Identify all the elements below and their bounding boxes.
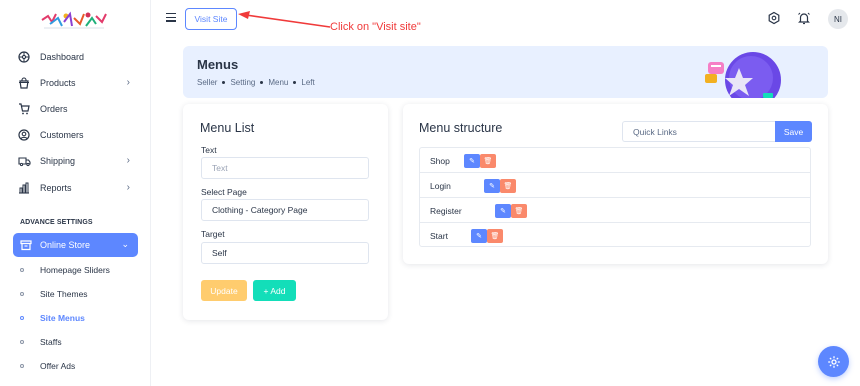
list-item[interactable]: Register ✎ 🗑 [420, 198, 810, 223]
list-item[interactable]: Shop ✎ 🗑 [420, 148, 810, 173]
gear-icon [827, 355, 840, 368]
sidebar-subitem-label: Site Menus [40, 313, 85, 323]
trash-icon[interactable]: 🗑 [480, 154, 496, 168]
trash-icon[interactable]: 🗑 [500, 179, 516, 193]
edit-icon[interactable]: ✎ [484, 179, 500, 193]
shopping-bag-icon [17, 76, 31, 90]
section-title: ADVANCE SETTINGS [20, 219, 93, 226]
breadcrumb-separator [222, 81, 226, 84]
brand-logo[interactable] [38, 8, 110, 32]
menu-item-label: Start [430, 231, 448, 241]
sidebar-item-label: Customers [40, 130, 84, 140]
edit-icon[interactable]: ✎ [471, 229, 487, 243]
annotation-text: Click on "Visit site" [330, 21, 421, 33]
visit-site-button[interactable]: Visit Site [185, 8, 237, 30]
breadcrumb-item[interactable]: Seller [197, 78, 217, 87]
sidebar-subitem-label: Offer Ads [40, 361, 76, 371]
settings-icon[interactable] [767, 11, 781, 25]
sidebar-subitem-staffs[interactable]: Staffs [20, 335, 62, 349]
menu-item-label: Register [430, 206, 462, 216]
store-icon [19, 238, 33, 252]
sidebar-item-label: Reports [40, 183, 72, 193]
bullet-icon [20, 364, 24, 368]
bullet-icon [20, 316, 24, 320]
user-circle-icon [17, 128, 31, 142]
edit-icon[interactable]: ✎ [464, 154, 480, 168]
sidebar-item-label: Orders [40, 104, 68, 114]
breadcrumb-separator [293, 81, 297, 84]
save-button[interactable]: Save [775, 121, 812, 142]
sidebar-item-customers[interactable]: Customers [13, 124, 138, 146]
sidebar-item-label: Shipping [40, 156, 76, 166]
list-item[interactable]: Start ✎ 🗑 [420, 223, 810, 248]
cart-icon [17, 102, 31, 116]
customizer-settings-button[interactable] [818, 346, 849, 377]
target-label: Target [201, 229, 225, 239]
menu-item-label: Login [430, 181, 451, 191]
trash-icon[interactable]: 🗑 [487, 229, 503, 243]
breadcrumb-item[interactable]: Setting [230, 78, 255, 87]
truck-icon [17, 154, 31, 168]
sidebar: Dashboard Products › Orders Customers Sh… [0, 0, 151, 386]
sidebar-subitem-label: Homepage Sliders [40, 265, 110, 275]
menu-list-card: Menu List Text Select Page Clothing - Ca… [183, 104, 388, 320]
card-title: Menu List [200, 121, 255, 135]
sidebar-item-orders[interactable]: Orders [13, 98, 138, 120]
menu-structure-list: Shop ✎ 🗑 Login ✎ 🗑 Register ✎ 🗑 Start ✎ … [419, 147, 811, 247]
sidebar-item-products[interactable]: Products › [13, 72, 138, 94]
list-item[interactable]: Login ✎ 🗑 [420, 173, 810, 198]
sidebar-subitem-homepage-sliders[interactable]: Homepage Sliders [20, 263, 110, 277]
sidebar-item-label: Products [40, 78, 76, 88]
chevron-down-icon: ⌄ [121, 239, 129, 249]
bullet-icon [20, 340, 24, 344]
sidebar-item-online-store[interactable]: Online Store ⌄ [13, 233, 138, 257]
menu-item-label: Shop [430, 156, 450, 166]
chevron-right-icon: › [126, 182, 130, 193]
target-value: Self [212, 248, 227, 258]
text-field[interactable] [201, 157, 369, 179]
select-page-value: Clothing - Category Page [212, 205, 308, 215]
quick-links-input[interactable] [633, 126, 775, 137]
sidebar-item-label: Dashboard [40, 52, 85, 62]
text-input[interactable] [212, 163, 368, 173]
sidebar-item-label: Online Store [40, 240, 91, 250]
quick-links-field[interactable] [622, 121, 775, 142]
chevron-right-icon: › [126, 77, 130, 88]
bell-icon[interactable] [797, 11, 811, 25]
card-title: Menu structure [419, 121, 503, 135]
annotation-arrow-icon [238, 11, 331, 28]
user-avatar[interactable]: NI [828, 9, 848, 29]
breadcrumb-item[interactable]: Menu [268, 78, 288, 87]
chevron-right-icon: › [126, 155, 130, 166]
add-button[interactable]: + Add [253, 280, 296, 301]
breadcrumb: Seller Setting Menu Left [197, 78, 315, 87]
bullet-icon [20, 268, 24, 272]
sidebar-subitem-label: Staffs [40, 337, 62, 347]
sidebar-item-dashboard[interactable]: Dashboard [13, 46, 138, 68]
sidebar-subitem-offer-ads[interactable]: Offer Ads [20, 359, 75, 373]
sidebar-subitem-site-themes[interactable]: Site Themes [20, 287, 88, 301]
edit-icon[interactable]: ✎ [495, 204, 511, 218]
text-label: Text [201, 145, 217, 155]
bar-chart-icon [17, 181, 31, 195]
select-page-dropdown[interactable]: Clothing - Category Page [201, 199, 369, 221]
breadcrumb-item: Left [301, 78, 315, 87]
bullet-icon [20, 292, 24, 296]
sidebar-subitem-site-menus[interactable]: Site Menus [20, 311, 85, 325]
update-button[interactable]: Update [201, 280, 247, 301]
sidebar-item-reports[interactable]: Reports › [13, 177, 138, 199]
select-page-label: Select Page [201, 187, 247, 197]
target-dropdown[interactable]: Self [201, 242, 369, 264]
page-title: Menus [197, 57, 239, 72]
page-header-banner: Menus Seller Setting Menu Left [183, 46, 828, 98]
sidebar-subitem-label: Site Themes [40, 289, 88, 299]
hamburger-menu-icon[interactable] [166, 13, 176, 22]
breadcrumb-separator [260, 81, 264, 84]
banner-illustration-icon [705, 52, 781, 98]
menu-structure-card: Menu structure Save Shop ✎ 🗑 Login ✎ 🗑 R… [403, 104, 828, 264]
sidebar-item-shipping[interactable]: Shipping › [13, 150, 138, 172]
trash-icon[interactable]: 🗑 [511, 204, 527, 218]
dashboard-icon [17, 50, 31, 64]
